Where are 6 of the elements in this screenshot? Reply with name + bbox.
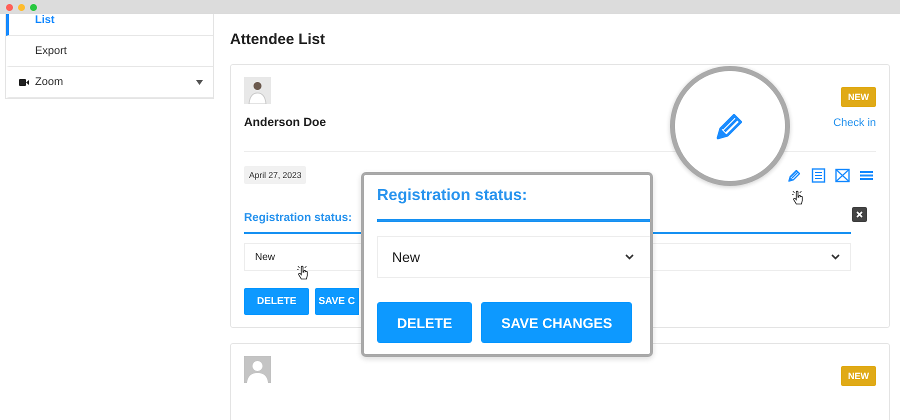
date-tag: April 27, 2023 (244, 166, 306, 184)
page-title: Attendee List (230, 30, 326, 50)
attendee-name: Anderson Doe (244, 115, 326, 129)
status-badge: NEW (841, 87, 876, 107)
registration-status-label: Registration status: (377, 187, 650, 222)
status-badge: NEW (841, 366, 876, 386)
